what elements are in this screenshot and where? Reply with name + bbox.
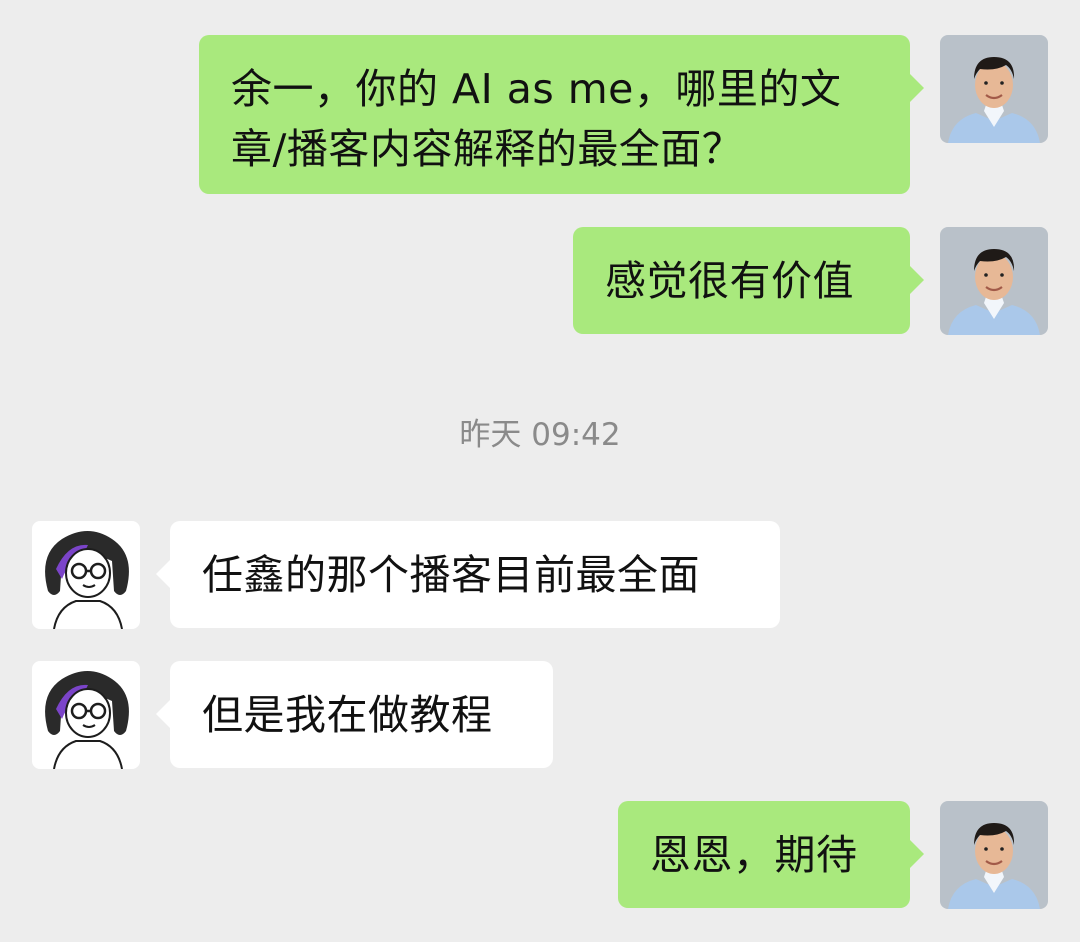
man-portrait-avatar-icon bbox=[940, 227, 1048, 335]
sender-avatar[interactable] bbox=[940, 227, 1048, 335]
contact-avatar[interactable] bbox=[32, 521, 140, 629]
man-portrait-avatar-icon bbox=[940, 801, 1048, 909]
message-bubble-sent[interactable]: 感觉很有价值 bbox=[573, 227, 924, 334]
message-text-line: 余一，你的 AI as me，哪里的文 bbox=[231, 65, 842, 113]
chat-message-list[interactable]: 余一，你的 AI as me，哪里的文 章/播客内容解释的最全面？ 感觉很有价值 bbox=[0, 0, 1080, 942]
cartoon-woman-glasses-avatar-icon bbox=[32, 521, 140, 629]
man-portrait-avatar-icon bbox=[940, 35, 1048, 143]
message-text: 任鑫的那个播客目前最全面 bbox=[202, 551, 700, 599]
message-text-line: 章/播客内容解释的最全面？ bbox=[231, 125, 744, 173]
sender-avatar[interactable] bbox=[940, 801, 1048, 909]
message-text: 恩恩，期待 bbox=[650, 831, 858, 879]
message-bubble-received[interactable]: 但是我在做教程 bbox=[156, 661, 553, 768]
message-text: 但是我在做教程 bbox=[202, 691, 493, 739]
cartoon-woman-glasses-avatar-icon bbox=[32, 661, 140, 769]
message-bubble-received[interactable]: 任鑫的那个播客目前最全面 bbox=[156, 521, 780, 628]
message-text: 感觉很有价值 bbox=[605, 257, 854, 305]
sender-avatar[interactable] bbox=[940, 35, 1048, 143]
message-bubble-sent[interactable]: 余一，你的 AI as me，哪里的文 章/播客内容解释的最全面？ bbox=[199, 35, 924, 194]
message-bubble-sent[interactable]: 恩恩，期待 bbox=[618, 801, 924, 908]
message-timestamp: 昨天 09:42 bbox=[459, 417, 621, 453]
contact-avatar[interactable] bbox=[32, 661, 140, 769]
